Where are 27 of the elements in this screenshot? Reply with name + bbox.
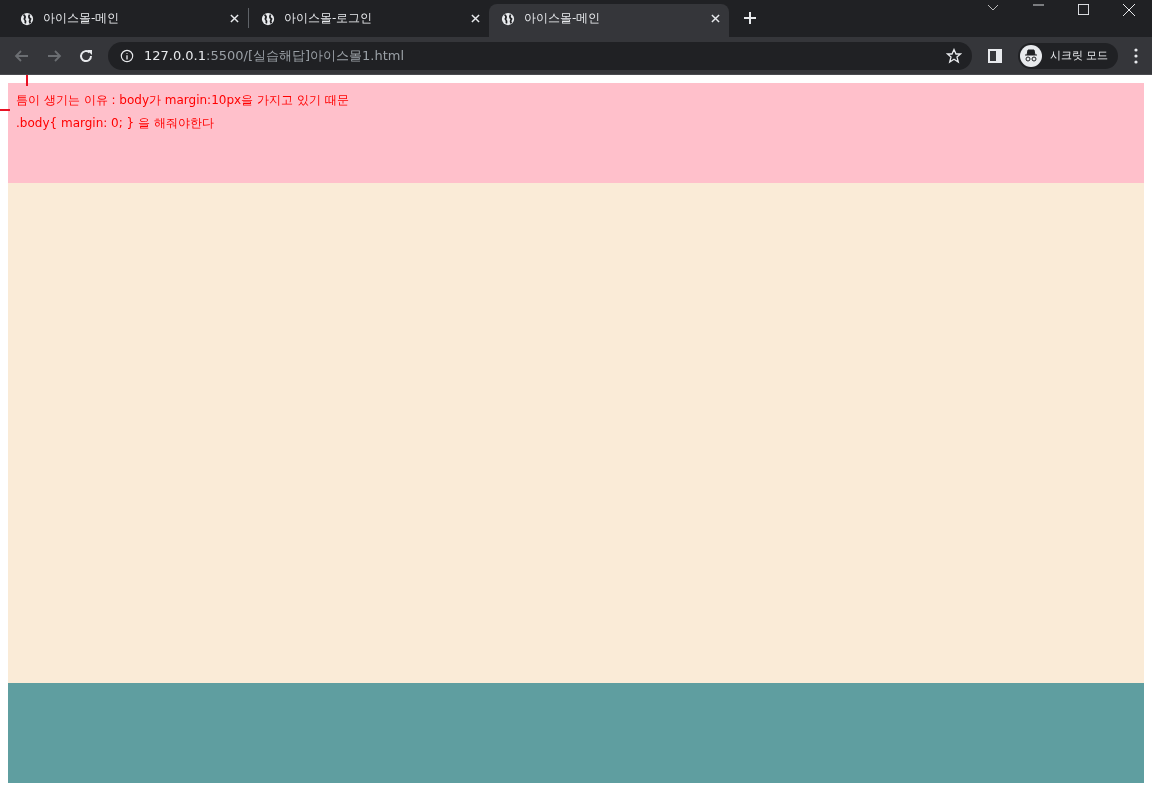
browser-tab[interactable]: 아이스몰-로그인 xyxy=(249,4,489,33)
url-host: 127.0.0.1 xyxy=(144,47,207,63)
close-icon[interactable] xyxy=(711,14,720,23)
browser-tab[interactable]: 아이스몰-메인 xyxy=(489,4,729,37)
globe-icon xyxy=(20,11,34,26)
explanation-text: 틈이 생기는 이유 : body가 margin:10px을 가지고 있기 때문 xyxy=(16,92,350,109)
globe-icon xyxy=(261,11,275,26)
reload-icon[interactable] xyxy=(78,47,94,64)
margin-marker xyxy=(26,75,28,86)
new-tab-icon[interactable] xyxy=(743,11,757,25)
close-window-icon[interactable] xyxy=(1123,4,1135,16)
close-icon[interactable] xyxy=(230,14,239,23)
url-path: :5500/[실습해답]아이스몰1.html xyxy=(206,47,405,63)
address-bar[interactable]: 127.0.0.1:5500/[실습해답]아이스몰1.html xyxy=(108,41,972,70)
info-icon xyxy=(120,48,134,63)
menu-icon[interactable] xyxy=(1134,47,1138,64)
browser-tab[interactable]: 아이스몰-메인 xyxy=(8,4,248,33)
star-icon[interactable] xyxy=(945,47,962,64)
close-icon[interactable] xyxy=(471,14,480,23)
code-note-text: .body{ margin: 0; } 을 해줘야한다 xyxy=(16,115,215,132)
maximize-icon[interactable] xyxy=(1078,4,1089,15)
incognito-icon xyxy=(1019,44,1042,67)
side-panel-icon[interactable] xyxy=(987,48,1002,63)
globe-icon xyxy=(501,11,515,26)
margin-marker xyxy=(0,109,10,111)
incognito-profile-button[interactable]: 시크릿 모드 xyxy=(1017,42,1118,69)
chevron-down-icon[interactable] xyxy=(987,4,999,12)
